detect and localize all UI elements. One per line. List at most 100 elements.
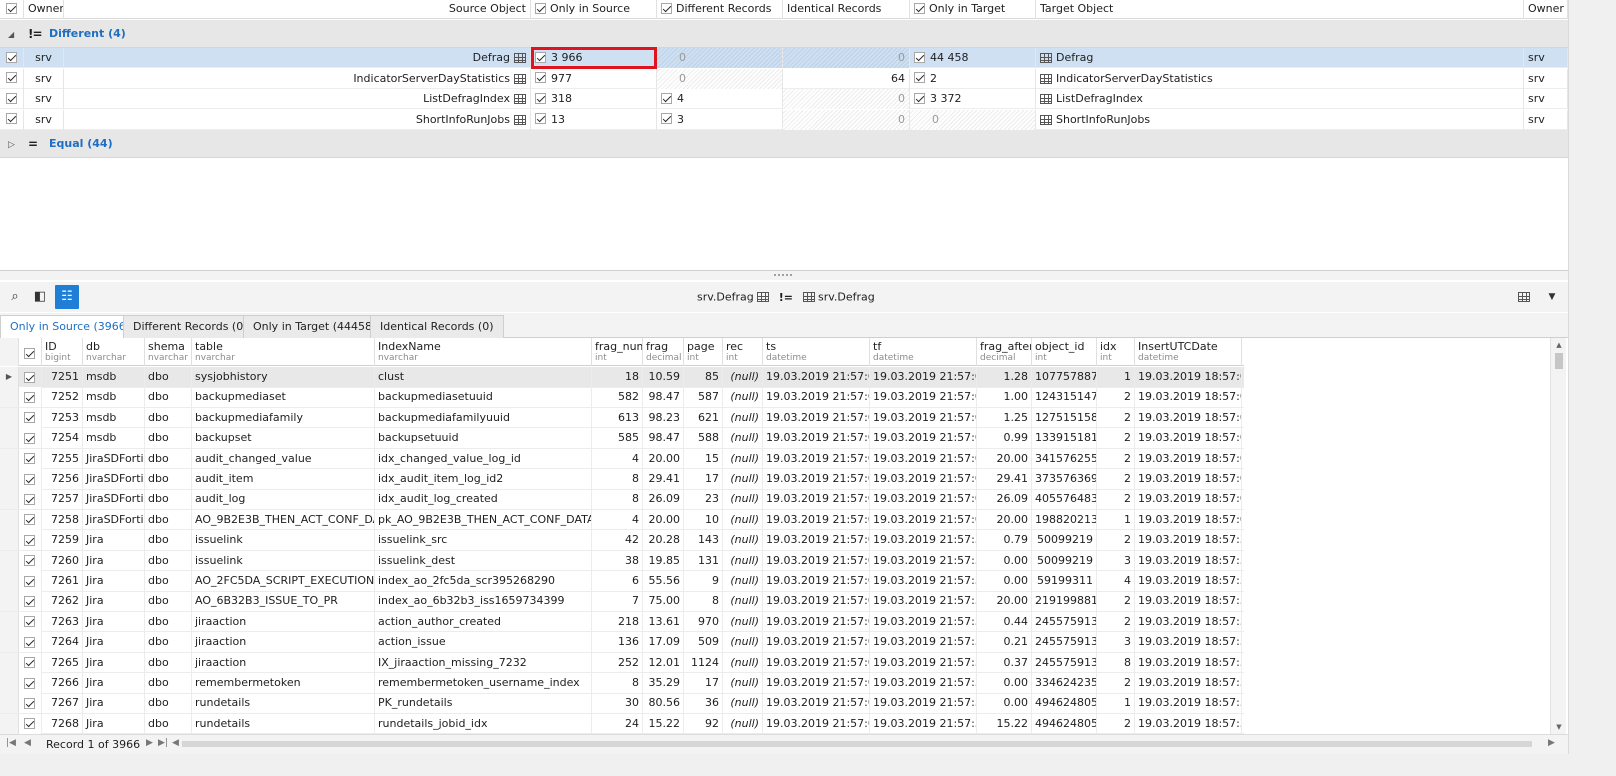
cell-page[interactable]: 1124	[684, 652, 723, 673]
cell-id[interactable]: 7258	[42, 509, 83, 530]
details-view-icon[interactable]: ☷	[55, 285, 79, 309]
cell-idx[interactable]: 2	[1097, 428, 1135, 449]
cell-insertutcdate[interactable]: 19.03.2019 18:57:35	[1135, 591, 1242, 612]
column-header-frag-after[interactable]: frag_after decimal	[977, 338, 1032, 366]
cell-frag-after[interactable]: 0.79	[977, 530, 1032, 551]
cell-frag-num[interactable]: 136	[592, 632, 643, 653]
cell-frag[interactable]: 13.61	[643, 611, 684, 632]
cell-insertutcdate[interactable]: 19.03.2019 18:57:07	[1135, 469, 1242, 489]
cell-page[interactable]: 588	[684, 428, 723, 449]
cell-tf[interactable]: 19.03.2019 21:57:35	[870, 652, 977, 673]
cell-rec[interactable]: (null)	[723, 571, 763, 591]
header-target-object[interactable]: Target Object	[1036, 0, 1524, 19]
cell-frag-after[interactable]: 0.44	[977, 611, 1032, 632]
table-row[interactable]: 7258 JiraSDFortis dbo AO_9B2E3B_THEN_ACT_CO…	[0, 509, 1244, 531]
table-row[interactable]: 7266 Jira dbo remembermetoken remembermetoke…	[0, 673, 1244, 694]
cell-shema[interactable]: dbo	[145, 387, 192, 408]
cell-rec[interactable]: (null)	[723, 673, 763, 693]
cell-insertutcdate[interactable]: 19.03.2019 18:57:07	[1135, 407, 1242, 428]
cell-indexname[interactable]: backupmediasetuuid	[375, 387, 592, 408]
cell-db[interactable]: Jira	[83, 652, 145, 673]
cell-frag[interactable]: 12.01	[643, 652, 684, 673]
cell-db[interactable]: Jira	[83, 530, 145, 551]
tab-only-in-source[interactable]: Only in Source (3966)	[0, 315, 141, 339]
cell-frag[interactable]: 98.23	[643, 407, 684, 428]
cell-id[interactable]: 7268	[42, 713, 83, 734]
comparison-row[interactable]: srv IndicatorServerDayStatistics 977 0 64 2 In…	[0, 68, 1568, 89]
cell-id[interactable]: 7265	[42, 652, 83, 673]
cell-shema[interactable]: dbo	[145, 693, 192, 714]
expand-triangle-icon[interactable]: ▷	[8, 140, 15, 150]
cell-shema[interactable]: dbo	[145, 448, 192, 469]
cell-indexname[interactable]: idx_audit_item_log_id2	[375, 469, 592, 489]
cell-frag-num[interactable]: 7	[592, 591, 643, 612]
tab-only-in-target[interactable]: Only in Target (44458)	[243, 315, 387, 338]
cell-shema[interactable]: dbo	[145, 652, 192, 673]
cell-ts[interactable]: 19.03.2019 21:57:07	[763, 448, 870, 469]
different-records-checkbox[interactable]	[661, 113, 672, 124]
cell-ts[interactable]: 19.03.2019 21:57:07	[763, 652, 870, 673]
cell-indexname[interactable]: IX_jiraaction_missing_7232	[375, 652, 592, 673]
cell-page[interactable]: 23	[684, 489, 723, 510]
cell-insertutcdate[interactable]: 19.03.2019 18:57:35	[1135, 652, 1242, 673]
cell-object-id[interactable]: 1077578877	[1032, 367, 1097, 387]
cell-ts[interactable]: 19.03.2019 21:57:07	[763, 550, 870, 571]
cell-indexname[interactable]: backupsetuuid	[375, 428, 592, 449]
cell-indexname[interactable]: backupmediafamilyuuid	[375, 407, 592, 428]
only-in-target-checkbox[interactable]	[914, 92, 925, 104]
cell-frag-num[interactable]: 30	[592, 693, 643, 714]
different-records-cell[interactable]: 4	[657, 89, 783, 109]
column-header-idx[interactable]: idx int	[1097, 338, 1135, 366]
cell-table[interactable]: jiraaction	[192, 611, 375, 632]
cell-object-id[interactable]: 245575913	[1032, 611, 1097, 632]
column-header-ts[interactable]: ts datetime	[763, 338, 870, 366]
split-view-icon[interactable]: ◧	[28, 285, 52, 309]
cell-frag[interactable]: 55.56	[643, 571, 684, 591]
cell-rec[interactable]: (null)	[723, 509, 763, 530]
table-row[interactable]: 7255 JiraSDFortis dbo audit_changed_value id…	[0, 448, 1244, 470]
row-checkbox[interactable]	[19, 367, 42, 387]
cell-idx[interactable]: 2	[1097, 673, 1135, 693]
different-records-checkbox[interactable]	[661, 92, 672, 104]
cell-table[interactable]: backupmediafamily	[192, 407, 375, 428]
cell-tf[interactable]: 19.03.2019 21:57:35	[870, 530, 977, 551]
cell-page[interactable]: 9	[684, 571, 723, 591]
cell-object-id[interactable]: 1243151474	[1032, 387, 1097, 408]
cell-indexname[interactable]: index_ao_2fc5da_scr395268290	[375, 571, 592, 591]
cell-id[interactable]: 7260	[42, 550, 83, 571]
cell-object-id[interactable]: 1339151816	[1032, 428, 1097, 449]
only-in-source-filter-checkbox[interactable]	[535, 2, 546, 14]
cell-shema[interactable]: dbo	[145, 571, 192, 591]
only-in-source-cell[interactable]: 318	[531, 89, 657, 109]
splitter-grip-icon[interactable]	[773, 273, 793, 277]
cell-page[interactable]: 8	[684, 591, 723, 612]
scroll-thumb[interactable]	[1555, 353, 1563, 369]
cell-idx[interactable]: 1	[1097, 509, 1135, 530]
cell-object-id[interactable]: 1988202133	[1032, 509, 1097, 530]
row-checkbox[interactable]	[19, 428, 42, 449]
cell-insertutcdate[interactable]: 19.03.2019 18:57:07	[1135, 448, 1242, 469]
cell-indexname[interactable]: issuelink_src	[375, 530, 592, 551]
header-owner-left[interactable]: Owner	[24, 0, 64, 19]
row-checkbox[interactable]	[0, 109, 24, 130]
table-row[interactable]: 7252 msdb dbo backupmediaset backupmediasetu…	[0, 387, 1244, 408]
cell-frag-num[interactable]: 8	[592, 489, 643, 510]
table-row[interactable]: 7254 msdb dbo backupset backupsetuuid 585 98.4…	[0, 428, 1244, 449]
cell-page[interactable]: 17	[684, 673, 723, 693]
cell-table[interactable]: remembermetoken	[192, 673, 375, 693]
cell-tf[interactable]: 19.03.2019 21:57:07	[870, 469, 977, 489]
table-row[interactable]: 7253 msdb dbo backupmediafamily backupmediaf…	[0, 407, 1244, 429]
row-checkbox[interactable]	[19, 448, 42, 469]
cell-db[interactable]: Jira	[83, 693, 145, 714]
first-record-icon[interactable]: |◀	[6, 738, 16, 748]
cell-table[interactable]: rundetails	[192, 693, 375, 714]
row-checkbox[interactable]	[19, 407, 42, 428]
cell-object-id[interactable]: 494624805	[1032, 693, 1097, 714]
cell-db[interactable]: JiraSDFortis	[83, 489, 145, 510]
header-identical-records[interactable]: Identical Records	[783, 0, 910, 19]
cell-table[interactable]: AO_9B2E3B_THEN_ACT_CONF_DATA	[192, 509, 375, 530]
cell-ts[interactable]: 19.03.2019 21:57:07	[763, 530, 870, 551]
cell-frag-after[interactable]: 20.00	[977, 591, 1032, 612]
cell-tf[interactable]: 19.03.2019 21:57:35	[870, 571, 977, 591]
cell-idx[interactable]: 2	[1097, 448, 1135, 469]
